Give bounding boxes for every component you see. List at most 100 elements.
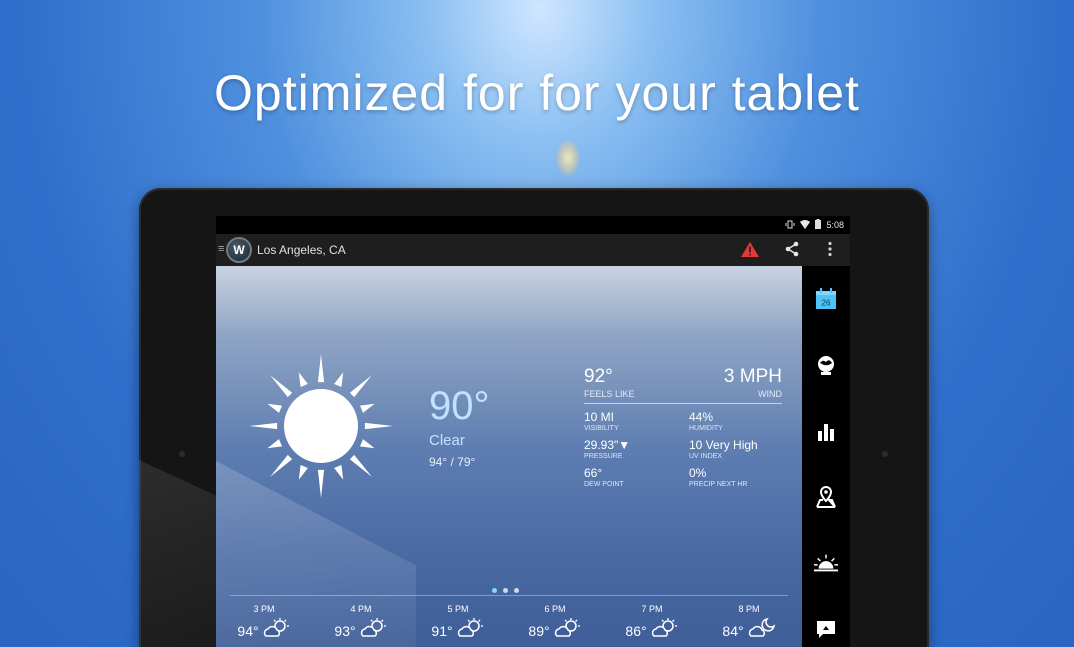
partly-cloudy-icon [457, 618, 485, 643]
sun-ray [249, 422, 278, 430]
stat-value: 29.93"▼ [584, 438, 631, 452]
calendar-day: 26 [822, 299, 831, 308]
sun-ray [267, 439, 283, 449]
hourly-time: 6 PM [544, 604, 566, 614]
stat-value: 10 Very High [689, 438, 758, 452]
hourly-item[interactable]: 6 PM 89° [515, 604, 595, 643]
sun-ray [267, 403, 283, 413]
alert-icon[interactable] [741, 242, 759, 262]
sun-ray [349, 375, 372, 398]
wind-value: 3 MPH [723, 366, 782, 387]
current-temperature: 90° [429, 384, 490, 428]
stat-value: 10 MI [584, 410, 615, 424]
share-icon[interactable] [784, 241, 800, 262]
hourly-temp: 94° [237, 622, 259, 639]
radar-globe-icon[interactable] [813, 352, 839, 378]
sun-ray [359, 439, 375, 449]
hourly-item[interactable]: 8 PM 84° [709, 604, 789, 643]
chat-icon[interactable] [813, 616, 839, 642]
stat-precip-next-hr: 0% PRECIP NEXT HR [689, 466, 747, 488]
sun-flare [556, 140, 580, 176]
status-time: 5:08 [826, 220, 844, 230]
vibrate-icon [785, 220, 795, 231]
tablet-screen: 5:08 ≡ W Los Angeles, CA 90° Clear 94° /… [216, 216, 850, 647]
hourly-temp: 89° [528, 622, 550, 639]
hourly-temp: 93° [334, 622, 356, 639]
stat-value: 0% [689, 466, 707, 480]
app-bar: ≡ W Los Angeles, CA [216, 234, 850, 266]
status-bar: 5:08 [216, 216, 850, 234]
calendar-icon[interactable]: 26 [813, 286, 839, 312]
hourly-divider [230, 595, 788, 596]
feels-like-label: FEELS LIKE [584, 389, 635, 399]
page-dot[interactable] [514, 588, 519, 593]
page-indicator[interactable] [492, 588, 519, 593]
tablet-sensor-left [179, 451, 185, 457]
stat-label: PRECIP NEXT HR [689, 481, 748, 488]
stat-visibility: 10 MI VISIBILITY [584, 410, 619, 432]
menu-icon[interactable]: ≡ [218, 244, 226, 255]
battery-icon [815, 219, 822, 231]
partly-cloudy-icon [263, 618, 291, 643]
sun-ray [359, 403, 375, 413]
promo-stage: Optimized for for your tablet 5:08 ≡ W L… [0, 0, 1074, 647]
map-pin-icon[interactable] [813, 484, 839, 510]
stat-uv-index: 10 Very High UV INDEX [689, 438, 758, 460]
hourly-time: 5 PM [447, 604, 469, 614]
bar-chart-icon[interactable] [813, 419, 839, 445]
stat-pressure: 29.93"▼ PRESSURE [584, 438, 630, 460]
sun-ray [270, 454, 293, 477]
sunrise-icon[interactable] [813, 550, 839, 576]
partly-cloudy-icon [651, 618, 679, 643]
sun-disc [284, 389, 358, 463]
high-low-temperature: 94° / 79° [429, 455, 476, 469]
hourly-temp: 86° [625, 622, 647, 639]
location-title[interactable]: Los Angeles, CA [257, 243, 346, 257]
hourly-temp: 84° [722, 622, 744, 639]
sunny-icon [246, 351, 396, 506]
stat-label: VISIBILITY [584, 425, 619, 432]
sun-ray [317, 354, 325, 383]
stat-label: HUMIDITY [689, 425, 723, 432]
hourly-item[interactable]: 3 PM 94° [224, 604, 304, 643]
wind-label: WIND [758, 389, 782, 399]
hourly-time: 4 PM [350, 604, 372, 614]
hourly-temp: 91° [431, 622, 453, 639]
sun-ray [364, 422, 393, 430]
page-dot[interactable] [492, 588, 497, 593]
tablet-sensor-right [882, 451, 888, 457]
sun-ray [349, 454, 372, 477]
hourly-item[interactable]: 4 PM 93° [321, 604, 401, 643]
stat-label: UV INDEX [689, 453, 723, 460]
hourly-item[interactable]: 7 PM 86° [612, 604, 692, 643]
partly-cloudy-night-icon [748, 617, 776, 643]
current-conditions-panel[interactable]: 90° Clear 94° / 79° 92° FEELS LIKE 3 MPH… [216, 266, 802, 647]
hourly-time: 7 PM [641, 604, 663, 614]
stat-label: DEW POINT [584, 481, 624, 488]
stat-label: PRESSURE [584, 453, 623, 460]
side-nav: 26 [802, 266, 850, 647]
details-divider [584, 403, 782, 404]
stat-value: 66° [584, 466, 603, 480]
app-logo-text: W [233, 243, 245, 257]
wifi-icon [800, 219, 811, 231]
partly-cloudy-icon [554, 618, 582, 643]
stat-humidity: 44% HUMIDITY [689, 410, 723, 432]
sun-ray [298, 372, 308, 388]
sun-ray [298, 464, 308, 480]
sun-ray [317, 469, 325, 498]
headline: Optimized for for your tablet [214, 65, 860, 121]
feels-like-value: 92° [584, 366, 613, 387]
app-logo[interactable]: W [226, 237, 252, 263]
stat-dew-point: 66° DEW POINT [584, 466, 624, 488]
current-condition: Clear [429, 432, 465, 449]
more-icon[interactable] [827, 241, 833, 262]
hourly-time: 3 PM [253, 604, 275, 614]
sun-ray [334, 372, 344, 388]
stat-value: 44% [689, 410, 714, 424]
hourly-time: 8 PM [738, 604, 760, 614]
partly-cloudy-icon [360, 618, 388, 643]
sun-ray [270, 375, 293, 398]
page-dot[interactable] [503, 588, 508, 593]
hourly-item[interactable]: 5 PM 91° [418, 604, 498, 643]
